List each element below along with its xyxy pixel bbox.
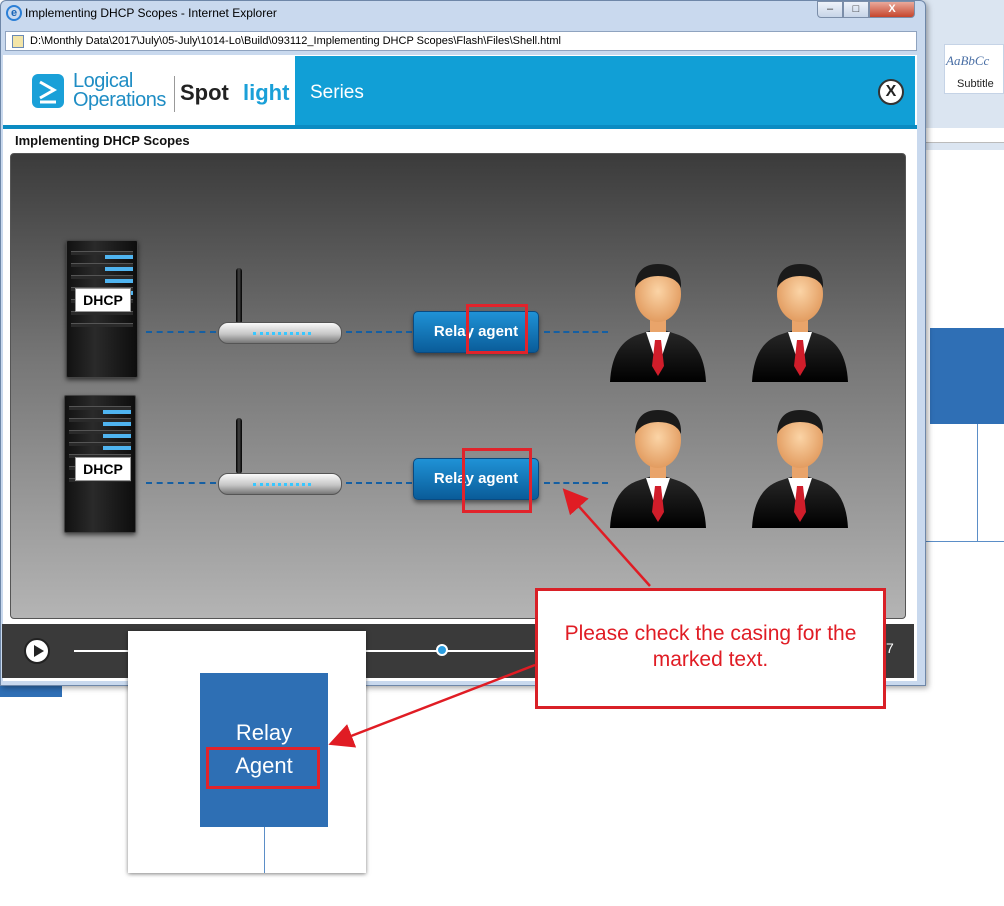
reference-marked-text xyxy=(206,747,320,789)
marked-text-highlight xyxy=(466,304,528,354)
title-bar[interactable]: e Implementing DHCP Scopes - Internet Ex… xyxy=(1,1,925,27)
logo-area: Logical Operations Spot light xyxy=(5,56,289,125)
close-player-button[interactable]: X xyxy=(878,79,904,105)
close-window-button[interactable]: X xyxy=(869,1,915,18)
marked-text-highlight xyxy=(462,448,532,513)
logo-divider xyxy=(174,76,175,112)
address-url: D:\Monthly Data\2017\July\05-July\1014-L… xyxy=(30,35,561,47)
page-counter: 7 xyxy=(886,640,894,656)
review-comment-text: Please check the casing for the marked t… xyxy=(564,622,857,671)
style-name-label: Subtitle xyxy=(957,78,994,90)
reference-relay-box: Relay Agent xyxy=(200,673,328,827)
address-bar[interactable]: D:\Monthly Data\2017\July\05-July\1014-L… xyxy=(5,31,917,51)
brand-name-line2: Operations xyxy=(73,89,166,111)
review-comment-callout: Please check the casing for the marked t… xyxy=(535,588,886,709)
series-label: Series xyxy=(310,82,364,103)
connection-line xyxy=(146,482,216,484)
ruler xyxy=(924,128,1004,143)
connection-line xyxy=(544,482,608,484)
header-bar: Series X xyxy=(295,56,915,125)
connection-line xyxy=(346,482,412,484)
product-name-part1: Spot xyxy=(180,80,229,105)
users-group xyxy=(610,264,848,528)
router-icon xyxy=(218,322,342,344)
reference-connector xyxy=(264,827,265,873)
minimize-button[interactable]: – xyxy=(817,1,843,18)
internet-explorer-icon: e xyxy=(6,5,22,21)
style-sample-text: AaBbCc xyxy=(946,53,990,68)
connection-line xyxy=(544,331,608,333)
maximize-button[interactable]: □ xyxy=(843,1,869,18)
reference-inset: Relay Agent xyxy=(128,631,366,873)
connection-line xyxy=(146,331,216,333)
lesson-title: Implementing DHCP Scopes xyxy=(15,133,190,148)
dhcp-server-label: DHCP xyxy=(75,457,131,481)
product-name-part2: light xyxy=(243,80,290,105)
background-connector xyxy=(977,424,978,542)
router-antenna xyxy=(236,268,242,324)
reference-label-line1: Relay xyxy=(235,720,293,745)
connection-line xyxy=(346,331,412,333)
page-icon xyxy=(12,35,24,48)
router-icon xyxy=(218,473,342,495)
window-title: Implementing DHCP Scopes - Internet Expl… xyxy=(25,6,277,20)
window-controls: – □ X xyxy=(817,1,919,19)
logical-operations-logo-icon xyxy=(32,74,64,108)
play-icon xyxy=(34,645,44,657)
play-button[interactable] xyxy=(24,638,50,664)
router-antenna xyxy=(236,418,242,474)
background-diagram-box xyxy=(930,328,1004,424)
progress-thumb[interactable] xyxy=(436,644,448,656)
dhcp-server-label: DHCP xyxy=(75,288,131,312)
background-connector xyxy=(924,541,1004,542)
header-divider xyxy=(3,125,917,129)
